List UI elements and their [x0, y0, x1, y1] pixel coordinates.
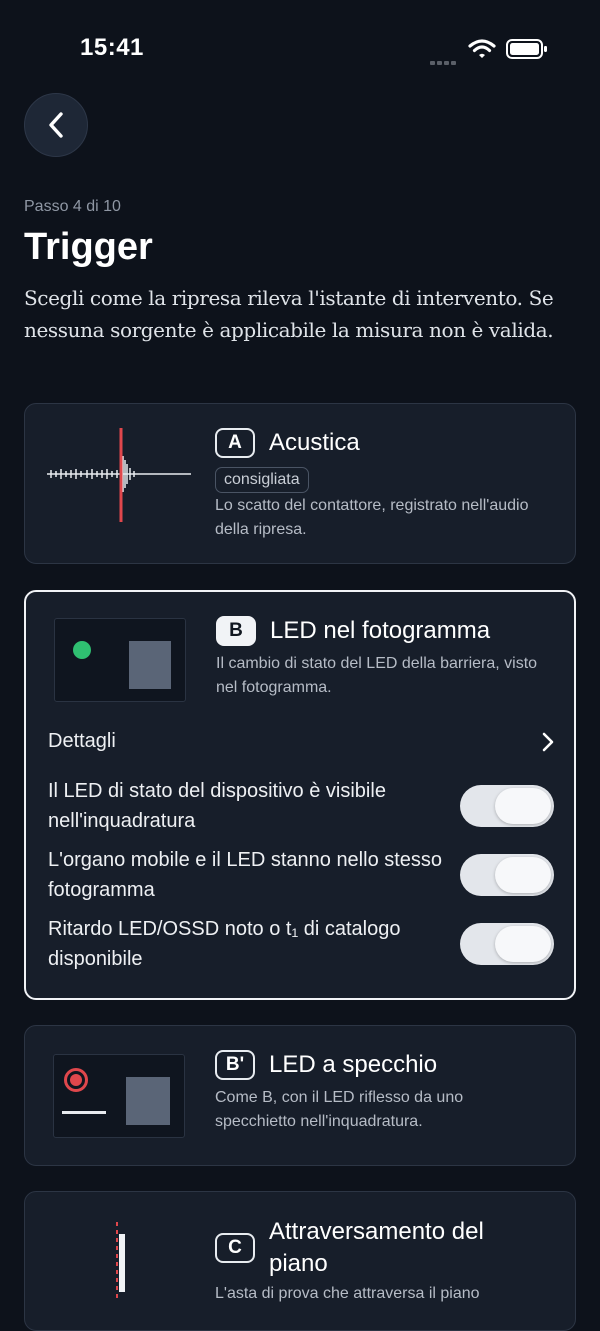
audio-waveform-icon [47, 428, 191, 522]
option-description-acoustic: Lo scatto del contattore, registrato nel… [215, 497, 529, 538]
toggle-led-visible[interactable] [460, 785, 554, 827]
led-frame-thumbnail [54, 618, 186, 702]
page-subtitle: Scegli come la ripresa rileva l'istante … [24, 286, 554, 342]
option-title-acoustic: Acustica [269, 429, 360, 456]
wifi-icon [468, 39, 496, 58]
option-title-led-mirror: LED a specchio [269, 1051, 438, 1078]
option-card-led-mirror[interactable]: B' LED a specchio Come B, con il LED rif… [24, 1025, 576, 1166]
battery-icon [506, 39, 547, 59]
option-title-plane-crossing: Attraversamento del piano [269, 1218, 484, 1277]
option-badge-b-prime: B' [215, 1050, 255, 1080]
recommended-tag: consigliata [215, 467, 309, 493]
toggle-same-frame[interactable] [460, 854, 554, 896]
option-description-plane-crossing: L'asta di prova che attraversa il piano [215, 1285, 480, 1302]
option-badge-b: B [216, 616, 256, 646]
cellular-signal-icon [430, 52, 460, 65]
chevron-left-icon [49, 112, 63, 138]
option-badge-c: C [215, 1233, 255, 1263]
option-card-plane-crossing[interactable]: C Attraversamento del piano L'asta di pr… [24, 1191, 576, 1331]
check-label-same-frame: L'organo mobile e il LED stanno nello st… [48, 849, 443, 901]
barrier-square [129, 641, 171, 689]
chevron-right-icon [542, 732, 554, 752]
page-title: Trigger [24, 226, 153, 268]
back-button[interactable] [24, 93, 88, 157]
option-title-led-frame: LED nel fotogramma [270, 617, 491, 644]
led-mirror-thumbnail [53, 1054, 185, 1138]
option-card-acoustic[interactable]: A Acustica consigliata Lo scatto del con… [24, 403, 576, 564]
toggle-delay-known[interactable] [460, 923, 554, 965]
check-label-delay-known: Ritardo LED/OSSD noto o t₁ di catalogo d… [48, 918, 401, 970]
led-green-dot [73, 641, 91, 659]
check-label-led-visible: Il LED di stato del dispositivo è visibi… [48, 780, 386, 832]
option-card-led-frame[interactable]: B LED nel fotogramma Il cambio di stato … [24, 590, 576, 1000]
option-badge-a: A [215, 428, 255, 458]
status-bar: 15:41 [0, 0, 600, 96]
option-description-led-frame: Il cambio di stato del LED della barrier… [216, 655, 538, 696]
step-indicator: Passo 4 di 10 [24, 198, 121, 215]
mirror-line [62, 1111, 106, 1114]
option-description-led-mirror: Come B, con il LED riflesso da uno specc… [215, 1089, 464, 1130]
test-rod-icon [116, 1222, 125, 1302]
status-time: 15:41 [80, 34, 144, 61]
details-row[interactable]: Dettagli [48, 726, 556, 756]
details-label: Dettagli [48, 730, 116, 752]
barrier-square [126, 1077, 170, 1125]
record-led-icon [64, 1068, 88, 1092]
